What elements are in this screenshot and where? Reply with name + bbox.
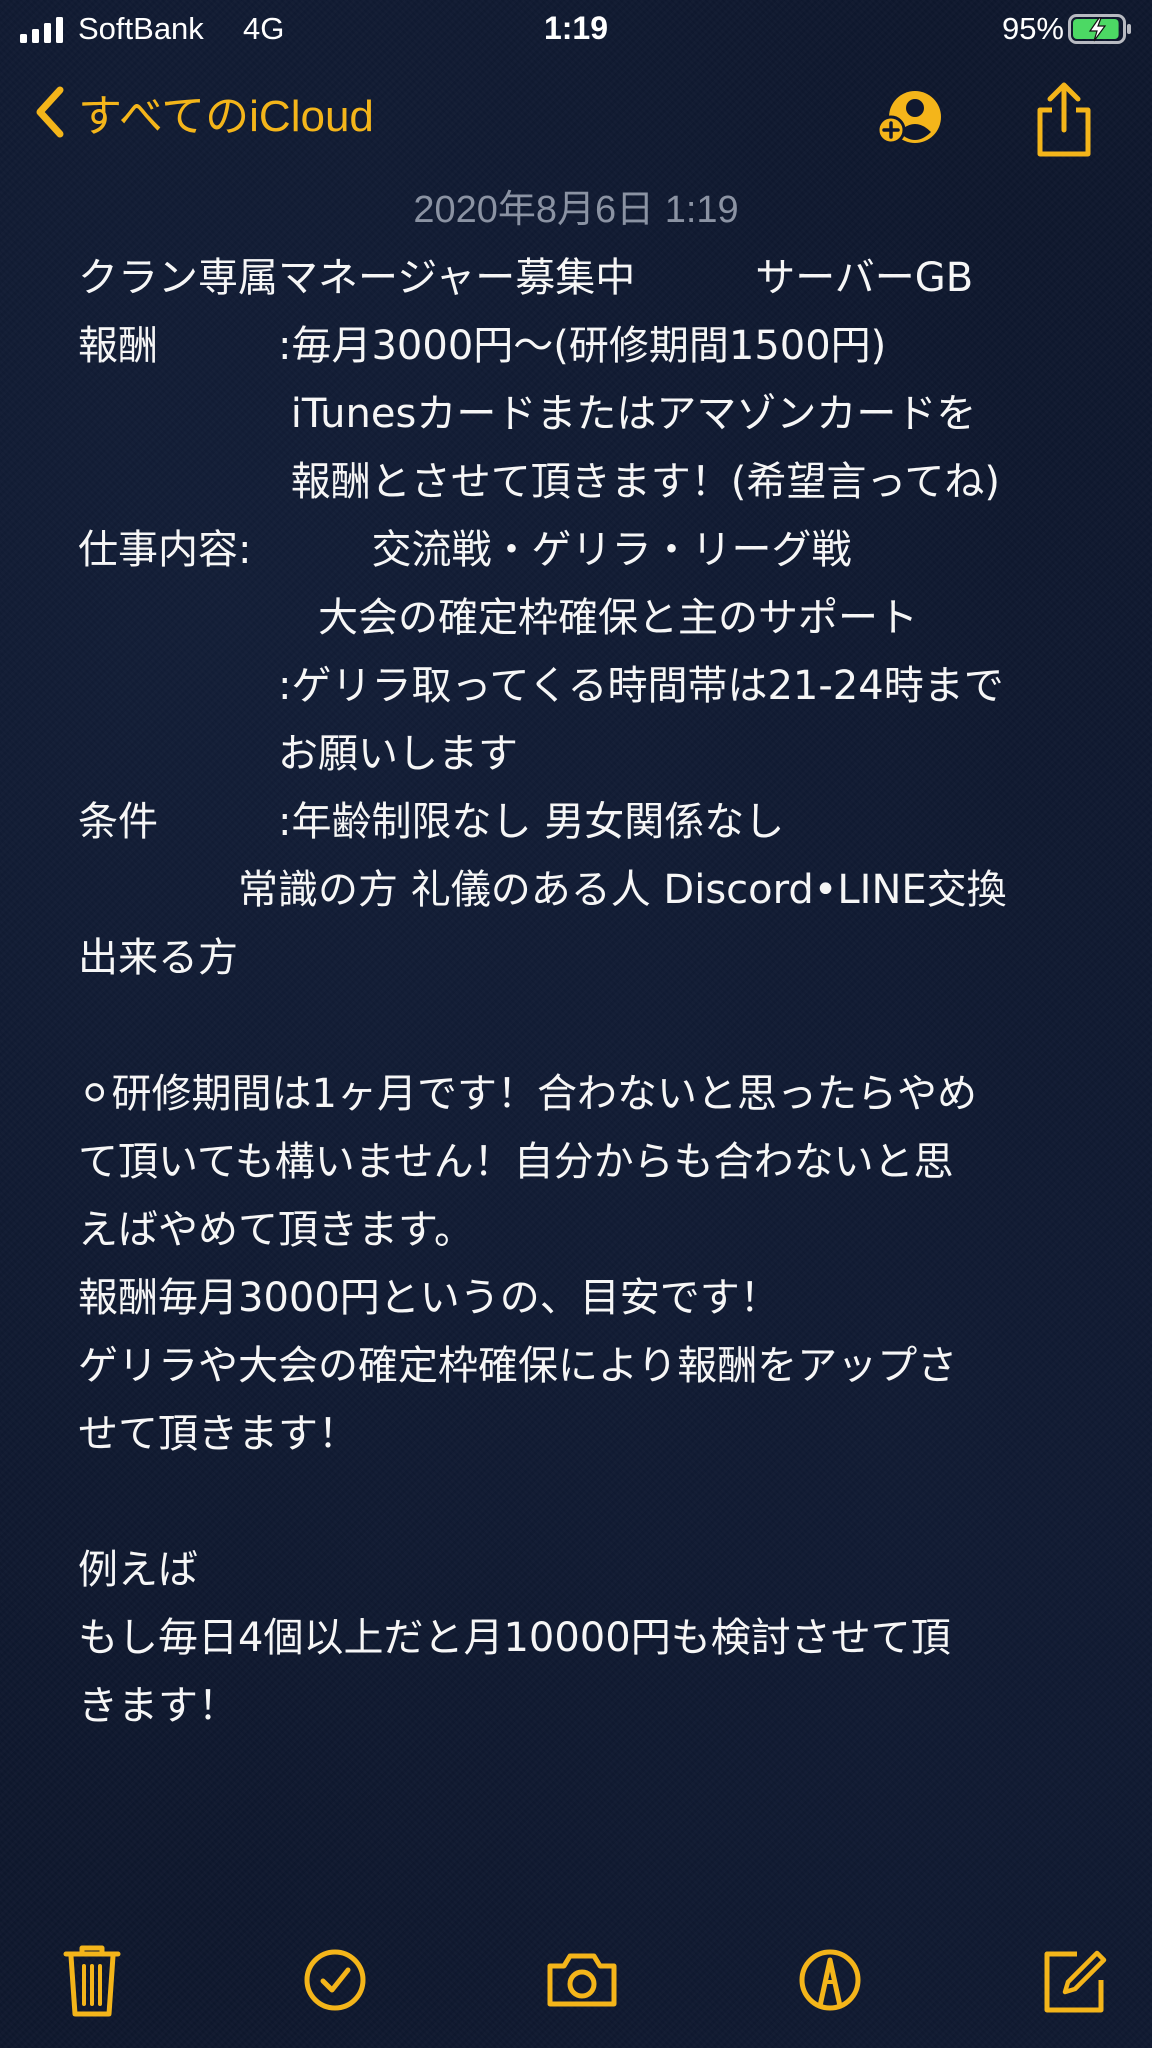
markup-button[interactable] <box>790 1940 870 2020</box>
note-line: :ゲリラ取ってくる時間帯は21-24時まで <box>78 663 1004 709</box>
chevron-left-icon <box>36 86 64 138</box>
note-body[interactable]: クラン専属マネージャー募集中 サーバーGB 報酬 :毎月3000円〜(研修期間15… <box>78 244 1078 1740</box>
note-line: 条件 :年齢制限なし 男女関係なし <box>78 799 785 845</box>
status-time: 1:19 <box>543 10 609 46</box>
checklist-button[interactable] <box>295 1940 375 2020</box>
note-line: クラン専属マネージャー募集中 サーバーGB <box>78 255 974 301</box>
note-line: 報酬 :毎月3000円〜(研修期間1500円) <box>78 323 887 369</box>
add-person-icon[interactable] <box>875 82 955 152</box>
battery-charging-icon <box>1068 14 1131 44</box>
note-line: せて頂きます！ <box>78 1411 358 1457</box>
note-line: iTunesカードまたはアマゾンカードを <box>78 391 977 437</box>
status-bar: SoftBank 4G 1:19 95% <box>0 0 1152 60</box>
note-line <box>78 1468 1078 1536</box>
note-line: お願いします <box>78 731 518 777</box>
note-line: て頂いても構いません！自分からも合わないと思 <box>78 1139 954 1185</box>
battery-percent: 95% <box>1001 11 1064 46</box>
note-date: 2020年8月6日 1:19 <box>413 189 739 231</box>
note-line: 大会の確定枠確保と主のサポート <box>78 595 918 641</box>
note-line: 常識の方 礼儀のある人 Discord•LINE交換 <box>78 867 1007 913</box>
note-line: もし毎日4個以上だと月10000円も検討させて頂 <box>78 1615 951 1661</box>
back-button[interactable]: すべてのiCloud <box>30 82 374 142</box>
note-line: 例えば <box>78 1547 198 1593</box>
compose-icon <box>1044 1950 1107 2013</box>
note-line <box>78 992 1078 1060</box>
note-line: 報酬毎月3000円というの、目安です！ <box>78 1275 780 1321</box>
note-line: えばやめて頂きます。 <box>78 1207 474 1253</box>
note-line: 報酬とさせて頂きます！(希望言ってね) <box>78 459 1000 505</box>
note-line: ゲリラや大会の確定枠確保により報酬をアップさ <box>78 1343 958 1389</box>
note-line: ⚪︎研修期間は1ヶ月です！合わないと思ったらやめ <box>78 1071 977 1117</box>
note-line: 出来る方 <box>78 935 238 981</box>
camera-icon <box>547 1953 617 2007</box>
camera-button[interactable] <box>542 1940 622 2020</box>
trash-icon <box>63 1945 121 2017</box>
bottom-toolbar <box>0 1940 1152 2040</box>
delete-button[interactable] <box>52 1940 132 2020</box>
back-button-label: すべてのiCloud <box>78 92 374 141</box>
note-line: きます！ <box>78 1683 238 1729</box>
compose-button[interactable] <box>1035 1940 1115 2020</box>
checklist-icon <box>304 1949 366 2011</box>
markup-icon <box>799 1949 861 2011</box>
note-line: 仕事内容: 交流戦・ゲリラ・リーグ戦 <box>78 527 852 573</box>
share-icon[interactable] <box>1030 80 1098 160</box>
navigation-bar: すべてのiCloud <box>0 70 1152 170</box>
